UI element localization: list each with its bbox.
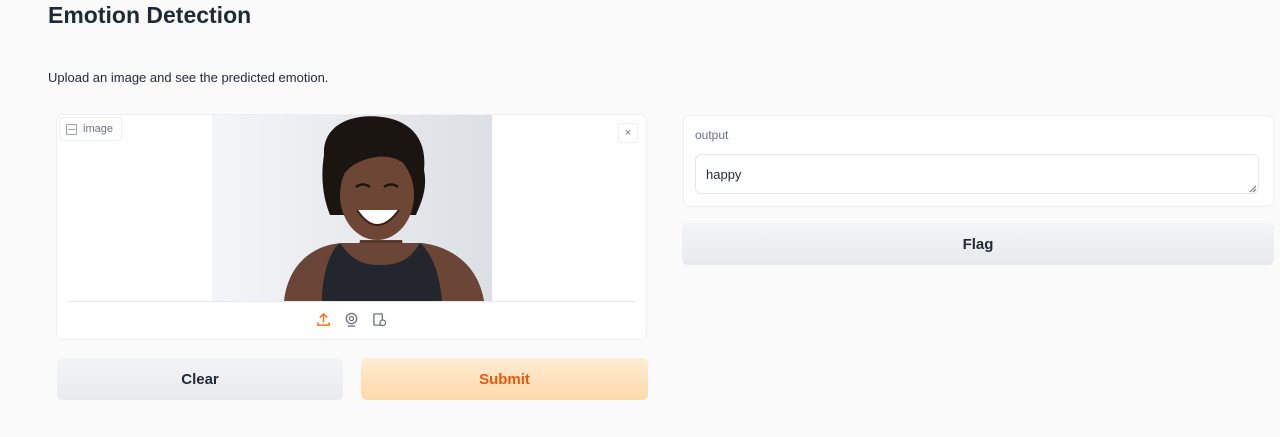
image-input-panel[interactable]: image × bbox=[57, 115, 646, 339]
webcam-icon[interactable] bbox=[344, 311, 360, 327]
image-icon bbox=[66, 123, 77, 135]
clear-image-button[interactable]: × bbox=[618, 123, 638, 143]
clipboard-icon[interactable] bbox=[372, 311, 388, 327]
flag-button[interactable]: Flag bbox=[682, 223, 1274, 265]
image-input-label: image bbox=[59, 117, 122, 141]
image-input-label-text: image bbox=[83, 123, 113, 135]
page-title: Emotion Detection bbox=[48, 2, 252, 28]
clear-button[interactable]: Clear bbox=[57, 358, 343, 400]
resize-grip-icon[interactable] bbox=[1249, 185, 1257, 193]
app-page: Emotion Detection Upload an image and se… bbox=[0, 0, 1280, 437]
output-label: output bbox=[695, 128, 729, 142]
image-divider bbox=[67, 301, 636, 302]
upload-icon[interactable] bbox=[316, 311, 332, 327]
submit-button[interactable]: Submit bbox=[361, 358, 648, 400]
output-panel: output happy bbox=[684, 116, 1273, 206]
image-source-toolbar bbox=[57, 311, 646, 327]
uploaded-photo bbox=[212, 115, 492, 301]
page-description: Upload an image and see the predicted em… bbox=[48, 70, 329, 85]
close-icon: × bbox=[624, 127, 632, 139]
output-textbox[interactable]: happy bbox=[695, 154, 1259, 194]
